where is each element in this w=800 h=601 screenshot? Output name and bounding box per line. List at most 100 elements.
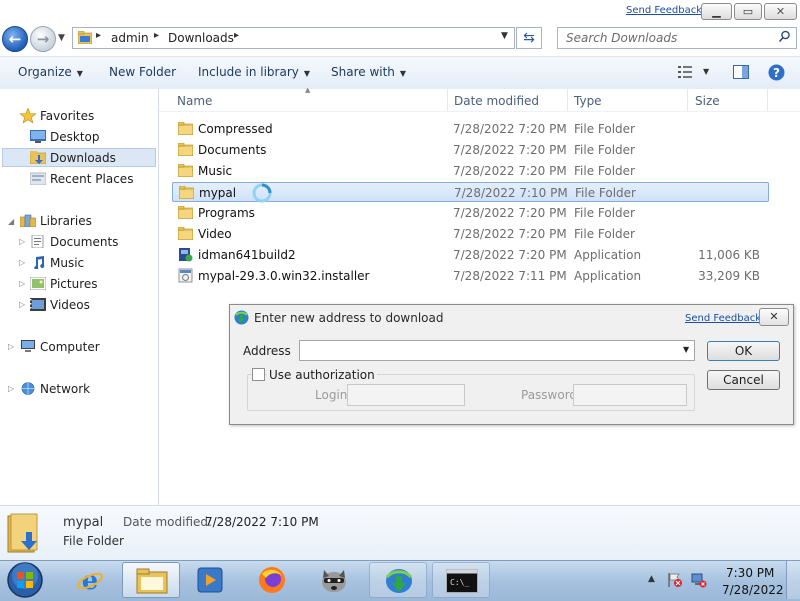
nav-item-recent-places[interactable]: Recent Places — [50, 172, 133, 186]
column-header-size[interactable]: Size — [695, 94, 720, 108]
music-note-icon — [34, 256, 45, 269]
column-divider[interactable] — [567, 89, 568, 111]
login-field[interactable] — [347, 384, 465, 406]
ok-button[interactable]: OK — [707, 341, 780, 361]
file-name: Compressed — [198, 122, 273, 136]
action-center-flag-icon[interactable] — [667, 572, 683, 588]
show-desktop-button[interactable] — [786, 561, 800, 599]
share-with-button[interactable]: Share with ▼ — [331, 65, 406, 79]
forward-button[interactable]: → — [30, 26, 56, 52]
taskbar-command-prompt[interactable]: C:\_ — [432, 562, 490, 598]
expand-arrow-icon[interactable]: ▷ — [19, 237, 25, 246]
file-row-mypal-installer[interactable]: mypal-29.3.0.win32.installer 7/28/2022 7… — [172, 266, 769, 286]
file-row-idman641build2[interactable]: idman641build2 7/28/2022 7:20 PM Applica… — [172, 245, 769, 265]
file-row-video[interactable]: Video 7/28/2022 7:20 PM File Folder — [172, 224, 769, 244]
address-input[interactable] — [299, 340, 695, 361]
taskbar-internet-download-manager[interactable] — [369, 562, 427, 598]
nav-network[interactable]: Network — [40, 382, 90, 396]
view-options-dropdown-icon[interactable]: ▼ — [703, 67, 709, 76]
dialog-send-feedback-link[interactable]: Send Feedback — [685, 313, 761, 324]
include-in-library-label: Include in library — [198, 65, 299, 79]
file-date: 7/28/2022 7:20 PM — [453, 248, 567, 262]
help-icon[interactable]: ? — [768, 64, 785, 81]
column-divider[interactable] — [767, 89, 768, 111]
details-file-type: File Folder — [63, 534, 124, 548]
use-authorization-checkbox[interactable] — [252, 368, 265, 381]
taskbar-firefox[interactable] — [245, 562, 299, 598]
file-row-mypal[interactable]: mypal 7/28/2022 7:10 PM File Folder — [172, 182, 769, 203]
nav-item-desktop[interactable]: Desktop — [50, 130, 100, 144]
taskbar-media-player[interactable] — [183, 562, 237, 598]
expand-arrow-icon[interactable]: ▷ — [19, 258, 25, 267]
back-button[interactable]: ← — [2, 26, 28, 52]
use-authorization-label[interactable]: Use authorization — [267, 368, 377, 382]
preview-pane-icon[interactable] — [733, 65, 749, 79]
sort-ascending-icon: ▲ — [305, 86, 311, 94]
search-icon[interactable] — [778, 30, 791, 43]
close-button[interactable]: ✕ — [764, 3, 797, 20]
file-size: 11,006 KB — [698, 248, 760, 262]
column-header-name[interactable]: Name — [177, 94, 212, 108]
file-date: 7/28/2022 7:20 PM — [453, 164, 567, 178]
nav-computer[interactable]: Computer — [40, 340, 100, 354]
refresh-button[interactable]: ⇆ — [516, 27, 542, 49]
expand-arrow-icon[interactable]: ▷ — [8, 384, 14, 393]
file-row-music[interactable]: Music 7/28/2022 7:20 PM File Folder — [172, 161, 769, 181]
password-field[interactable] — [573, 384, 687, 406]
clock-time[interactable]: 7:30 PM — [726, 566, 774, 580]
address-history-dropdown-icon[interactable]: ▼ — [501, 31, 508, 41]
send-feedback-link[interactable]: Send Feedback — [626, 5, 702, 16]
breadcrumb-separator-icon[interactable]: ▸ — [96, 30, 101, 41]
breadcrumb-separator-icon[interactable]: ▸ — [234, 30, 239, 41]
details-pane — [0, 505, 800, 561]
details-date-label: Date modified: — [123, 515, 213, 529]
media-player-icon — [197, 567, 223, 593]
organize-button[interactable]: Organize ▼ — [18, 65, 83, 79]
include-in-library-button[interactable]: Include in library ▼ — [198, 65, 310, 79]
column-header-date-modified[interactable]: Date modified — [454, 94, 539, 108]
nav-item-music[interactable]: Music — [50, 256, 84, 270]
taskbar-raccoon-app[interactable] — [307, 562, 361, 598]
organize-label: Organize — [18, 65, 72, 79]
breadcrumb-downloads[interactable]: Downloads — [168, 31, 234, 45]
expand-arrow-icon[interactable]: ▷ — [19, 300, 25, 309]
downloads-folder-icon — [30, 151, 46, 164]
file-row-compressed[interactable]: Compressed 7/28/2022 7:20 PM File Folder — [172, 119, 769, 139]
nav-item-videos[interactable]: Videos — [50, 298, 90, 312]
taskbar-internet-explorer[interactable]: e — [63, 562, 117, 598]
internet-explorer-icon: e — [77, 567, 103, 593]
videos-icon — [30, 298, 46, 311]
nav-item-downloads[interactable]: Downloads — [50, 151, 116, 165]
breadcrumb-separator-icon[interactable]: ▸ — [154, 30, 159, 41]
new-folder-button[interactable]: New Folder — [109, 65, 176, 79]
close-icon: ✕ — [775, 5, 786, 18]
libraries-expander-icon[interactable]: ◢ — [8, 217, 14, 226]
forward-arrow-icon: → — [36, 30, 50, 48]
column-divider[interactable] — [687, 89, 688, 111]
nav-item-documents[interactable]: Documents — [50, 235, 118, 249]
nav-favorites[interactable]: Favorites — [40, 109, 94, 123]
file-row-documents[interactable]: Documents 7/28/2022 7:20 PM File Folder — [172, 140, 769, 160]
nav-libraries[interactable]: Libraries — [40, 214, 92, 228]
expand-arrow-icon[interactable]: ▷ — [8, 342, 14, 351]
dialog-close-button[interactable]: ✕ — [759, 308, 789, 326]
start-orb-icon[interactable] — [5, 560, 45, 600]
breadcrumb-admin[interactable]: admin — [111, 31, 149, 45]
expand-arrow-icon[interactable]: ▷ — [19, 279, 25, 288]
taskbar-windows-explorer[interactable] — [122, 562, 180, 598]
column-header-type[interactable]: Type — [574, 94, 602, 108]
minimize-button[interactable]: ▁ — [701, 3, 732, 20]
show-hidden-icons-arrow[interactable]: ▲ — [648, 574, 655, 584]
installer-icon — [179, 248, 193, 262]
clock-date[interactable]: 7/28/2022 — [722, 583, 784, 597]
recent-pages-dropdown-icon[interactable]: ▼ — [58, 33, 65, 43]
file-row-programs[interactable]: Programs 7/28/2022 7:20 PM File Folder — [172, 203, 769, 223]
maximize-button[interactable]: ▭ — [734, 3, 762, 20]
file-name: Programs — [198, 206, 255, 220]
change-view-icon[interactable] — [678, 66, 692, 78]
cancel-button[interactable]: Cancel — [707, 370, 780, 390]
network-status-icon[interactable] — [691, 572, 707, 588]
column-divider[interactable] — [447, 89, 448, 111]
address-dropdown-icon[interactable]: ▼ — [683, 345, 689, 354]
nav-item-pictures[interactable]: Pictures — [50, 277, 98, 291]
